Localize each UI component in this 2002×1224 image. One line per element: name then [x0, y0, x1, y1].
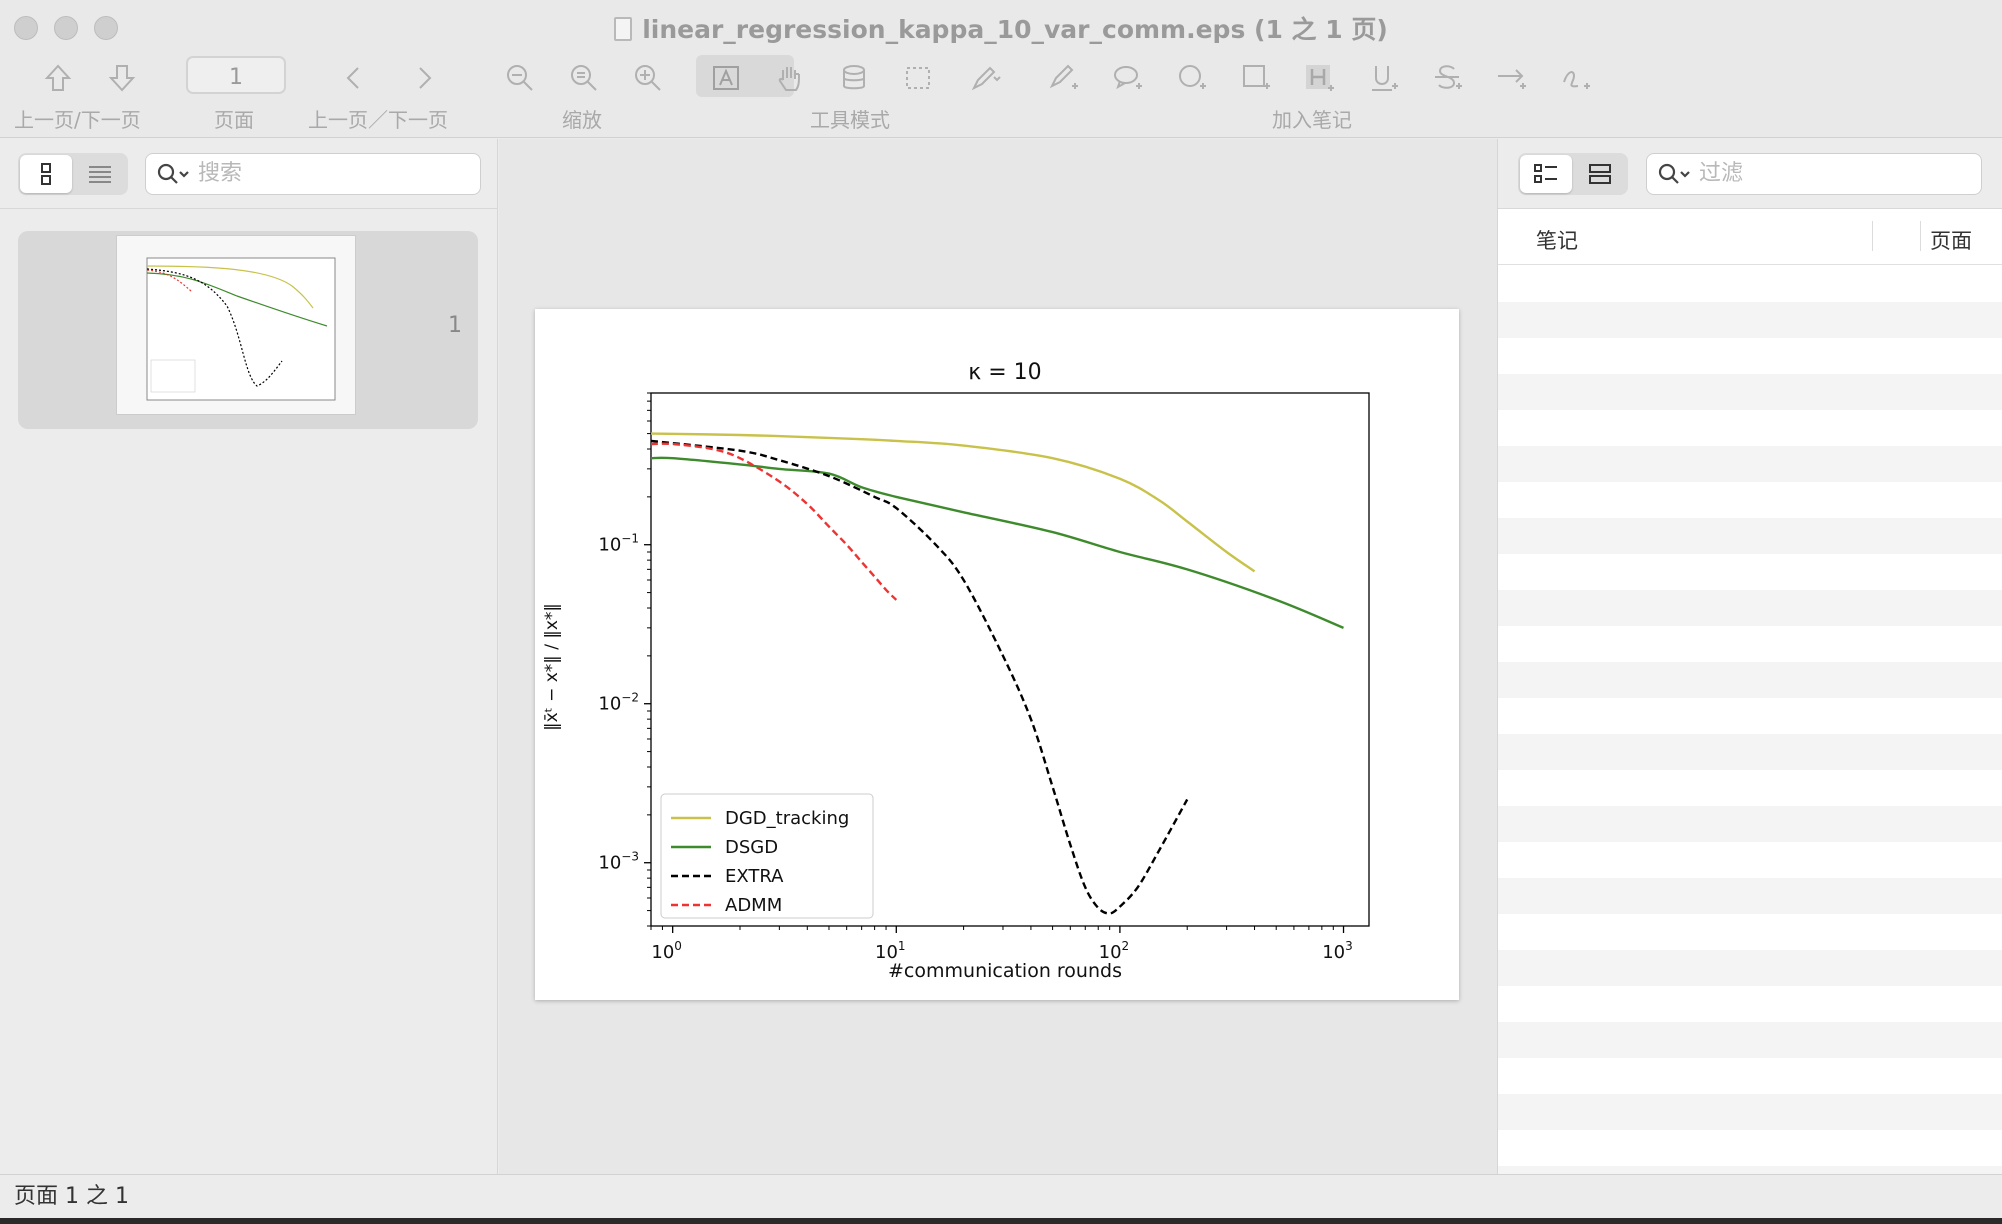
arrow-line-icon[interactable]	[1492, 58, 1532, 98]
rect-select-icon[interactable]	[898, 58, 938, 98]
freeform-icon[interactable]	[1556, 58, 1596, 98]
legend-label: ADMM	[725, 895, 782, 916]
thumbnail-view-icon	[41, 163, 51, 185]
series-line-dgd-tracking	[650, 432, 1256, 573]
chevron-right-icon[interactable]	[404, 58, 444, 98]
zoom-label: 缩放	[562, 108, 602, 132]
toolbar: linear_regression_kappa_10_var_comm.eps …	[0, 0, 2002, 138]
previous-page-icon[interactable]	[38, 58, 78, 98]
page-thumbnail-item[interactable]: 1	[18, 231, 478, 429]
notes-panel: 过滤 笔记 页面	[1497, 139, 2002, 1174]
series-line-dsgd	[650, 456, 1344, 630]
search-icon	[157, 163, 189, 184]
hand-tool-icon[interactable]	[770, 58, 810, 98]
chart-title: κ = 10	[968, 360, 1041, 385]
annotate-label: 加入笔记	[1272, 108, 1352, 132]
notes-grid-button[interactable]	[1574, 155, 1626, 193]
document-icon	[614, 17, 633, 41]
notes-list-button[interactable]	[1520, 155, 1572, 193]
speech-bubble-icon[interactable]	[1108, 58, 1148, 98]
zoom-in-icon[interactable]	[628, 58, 668, 98]
document-page: κ = 10 100 101 102 103 10−1 10−2 10−3 DGD_trac…	[535, 309, 1459, 1000]
sketch-pen-icon[interactable]	[966, 58, 1006, 98]
next-page-icon[interactable]	[102, 58, 142, 98]
chevron-left-icon[interactable]	[334, 58, 374, 98]
document-viewer: κ = 10 100 101 102 103 10−1 10−2 10−3 DGD_trac…	[499, 139, 1497, 1174]
page-column-header[interactable]: 页面	[1930, 225, 1972, 255]
x-tick-label: 100	[651, 939, 682, 963]
y-axis-label: ‖x̄ᵗ − x*‖ / ‖x*‖	[542, 603, 562, 731]
nav-label-2: 上一页／下一页	[308, 108, 448, 132]
list-view-button[interactable]	[74, 155, 126, 193]
notes-table-header: 笔记 页面	[1498, 209, 2002, 265]
chart-legend: DGD_tracking DSGD EXTRA ADMM	[660, 793, 874, 919]
line-chart: κ = 10 100 101 102 10310−110−210−3 DGD_trac…	[542, 360, 1370, 982]
y-tick-label: 10−1	[598, 532, 639, 556]
database-icon[interactable]	[834, 58, 874, 98]
window-title-text: linear_regression_kappa_10_var_comm.eps …	[642, 15, 1388, 44]
page-number-field[interactable]: 1	[186, 56, 286, 94]
sidebar-search-placeholder: 搜索	[198, 161, 243, 186]
zoom-out-icon[interactable]	[500, 58, 540, 98]
notes-filter-placeholder: 过滤	[1699, 161, 1744, 186]
text-select-icon[interactable]	[706, 58, 746, 98]
x-tick-label: 103	[1322, 939, 1353, 963]
thumbnail-page-number: 1	[448, 313, 462, 338]
notes-list-icon	[1534, 164, 1557, 183]
strikethrough-icon[interactable]	[1428, 58, 1468, 98]
sidebar-header: 搜索	[0, 139, 498, 209]
notes-column-header[interactable]: 笔记	[1536, 225, 1578, 255]
preview-window: linear_regression_kappa_10_var_comm.eps …	[0, 0, 2002, 1224]
nav-label: 上一页/下一页	[14, 108, 141, 132]
legend-label: DSGD	[725, 837, 778, 858]
list-view-icon	[89, 166, 111, 183]
page-thumbnail-image	[116, 235, 356, 415]
y-tick-label: 10−3	[598, 850, 639, 874]
rectangle-shape-icon[interactable]	[1236, 58, 1276, 98]
column-divider	[1872, 221, 1873, 251]
window-title: linear_regression_kappa_10_var_comm.eps …	[0, 10, 2002, 46]
filter-search-icon	[1658, 163, 1690, 184]
tool-mode-label: 工具模式	[810, 108, 890, 132]
background-terminal-strip	[0, 1218, 2002, 1224]
notes-filter-input[interactable]: 过滤	[1646, 153, 1982, 195]
legend-label: EXTRA	[725, 866, 784, 887]
actual-size-icon[interactable]	[564, 58, 604, 98]
status-text: 页面 1 之 1	[14, 1184, 129, 1209]
sidebar-search-input[interactable]: 搜索	[145, 153, 481, 195]
draw-pen-icon[interactable]	[1044, 58, 1084, 98]
notes-view-toggle	[1518, 153, 1628, 195]
legend-label: DGD_tracking	[725, 808, 849, 829]
notes-grid-icon	[1589, 164, 1611, 184]
notes-header: 过滤	[1498, 139, 2002, 209]
thumbnail-sidebar: 搜索 1	[0, 139, 498, 1174]
page-label: 页面	[214, 108, 254, 132]
thumbnail-view-button[interactable]	[20, 155, 72, 193]
status-bar: 页面 1 之 1	[0, 1174, 2002, 1218]
column-divider	[1920, 221, 1921, 251]
underline-icon[interactable]	[1364, 58, 1404, 98]
y-tick-label: 10−2	[598, 691, 639, 715]
highlight-icon[interactable]	[1300, 58, 1340, 98]
thumbnail-chart-preview	[146, 257, 336, 401]
x-axis-label: #communication rounds	[888, 960, 1122, 982]
notes-list	[1498, 266, 2002, 1174]
circle-shape-icon[interactable]	[1172, 58, 1212, 98]
sidebar-view-toggle	[18, 153, 128, 195]
